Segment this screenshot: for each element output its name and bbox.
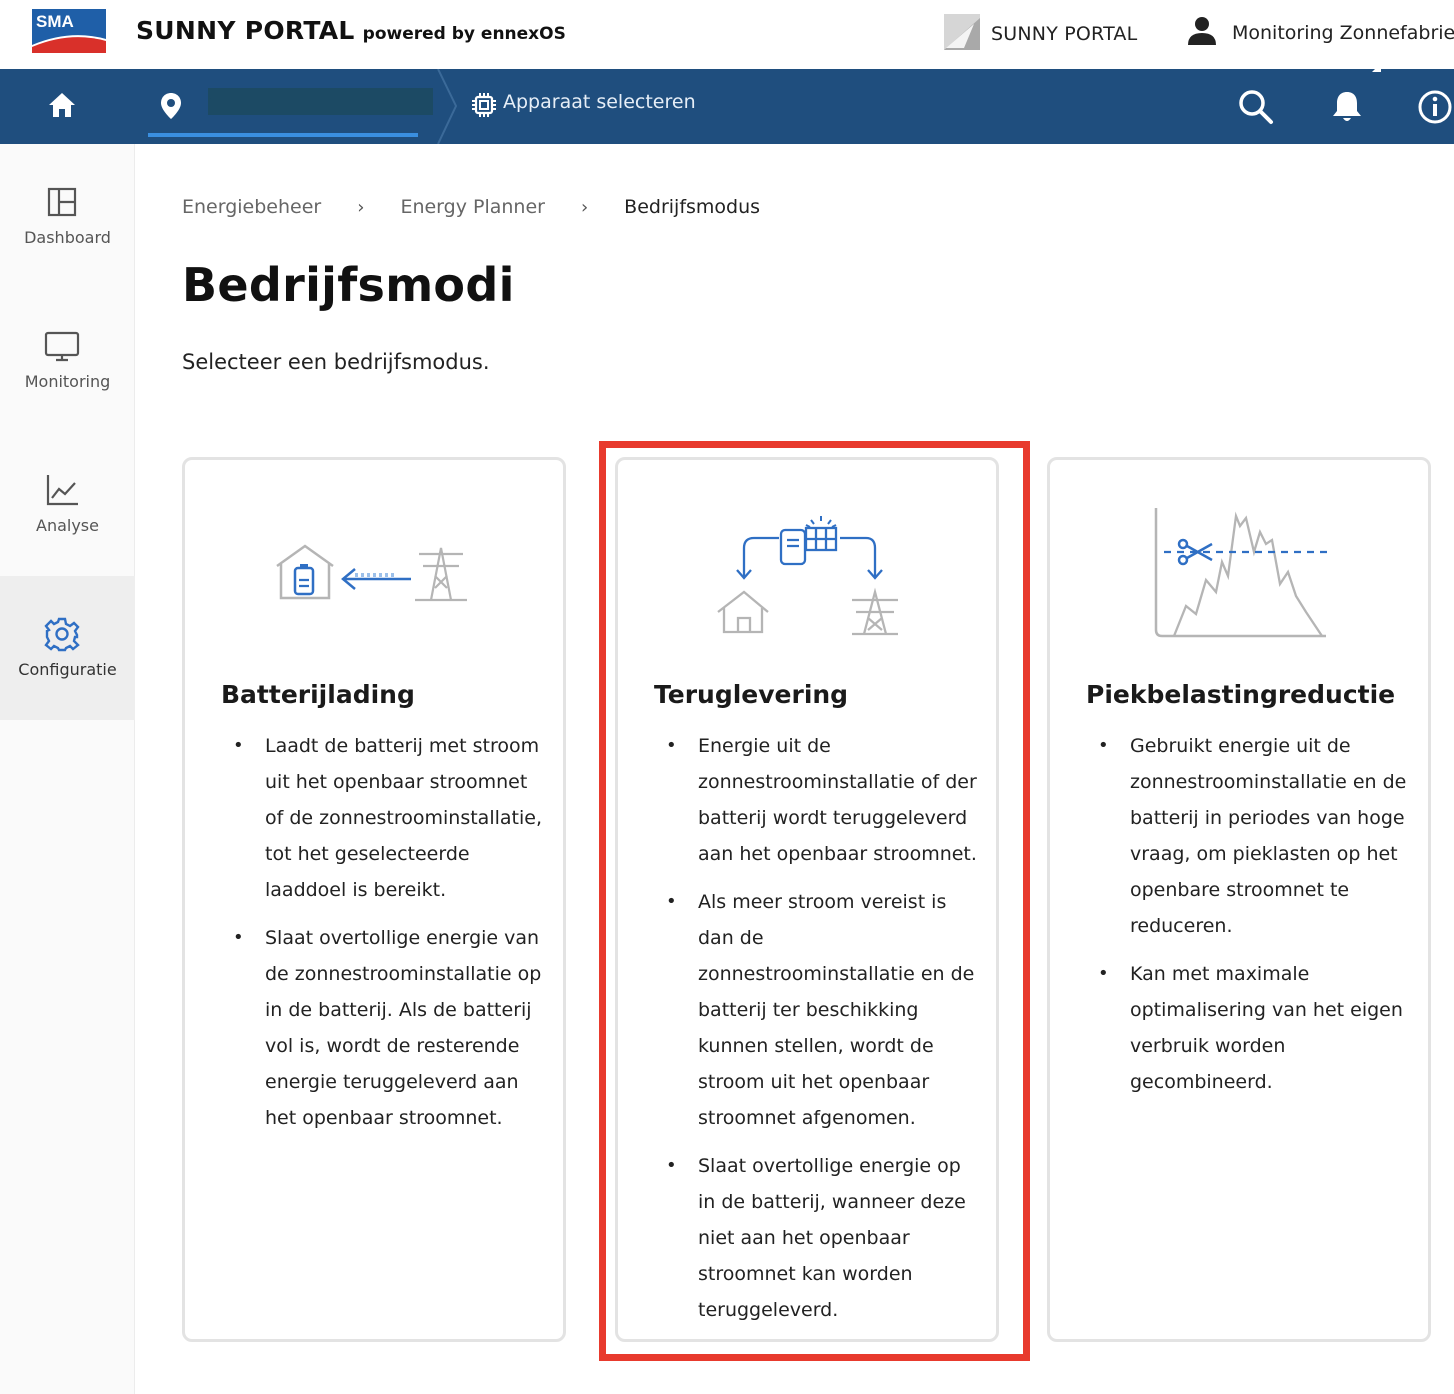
battery-charging-illustration: [185, 496, 563, 656]
sidebar-item-label: Monitoring: [24, 372, 111, 391]
page-subtitle: Selecteer een bedrijfsmodus.: [182, 350, 490, 374]
user-name: Monitoring Zonnefabriek: [1232, 22, 1454, 44]
list-item: Gebruikt energie uit de zonnestroominsta…: [1086, 728, 1416, 944]
search-icon: [1236, 90, 1276, 131]
site-name: .: [208, 88, 433, 115]
feed-in-illustration: [618, 496, 996, 656]
sidebar-item-dashboard[interactable]: Dashboard: [0, 144, 135, 288]
peak-shaving-illustration: [1050, 496, 1428, 656]
page-title: Bedrijfsmodi: [182, 258, 515, 312]
info-button[interactable]: [1416, 88, 1454, 126]
search-button[interactable]: [1236, 87, 1276, 127]
list-item: Laadt de batterij met stroom uit het ope…: [221, 728, 551, 908]
list-item: Energie uit de zonnestroominstallatie of…: [654, 728, 984, 872]
notifications-button[interactable]: [1330, 89, 1364, 125]
sidebar-item-label: Analyse: [36, 516, 99, 535]
sunny-portal-icon: [944, 14, 980, 54]
dashboard-icon: [44, 184, 80, 220]
list-item: Kan met maximale optimalisering van het …: [1086, 956, 1416, 1100]
sma-logo[interactable]: SMA: [30, 7, 108, 55]
nav-bar: . Apparaat selecteren: [0, 68, 1454, 145]
bell-icon: [1330, 92, 1364, 129]
site-selector[interactable]: .: [148, 69, 433, 144]
chevron-right-icon: ›: [357, 196, 365, 218]
sidebar-item-monitoring[interactable]: Monitoring: [0, 288, 135, 432]
chevron-right-icon: ›: [580, 196, 589, 218]
device-selector-label: Apparaat selecteren: [503, 91, 696, 113]
brand-title: SUNNY PORTAL: [136, 16, 355, 45]
breadcrumb: Energiebeheer › Energy Planner › Bedrijf…: [182, 196, 760, 218]
breadcrumb-item-energy-planner[interactable]: Energy Planner: [400, 196, 545, 218]
sunny-portal-label: SUNNY PORTAL: [991, 23, 1138, 45]
list-item: Slaat overtollige energie van de zonnest…: [221, 920, 551, 1136]
sidebar-item-label: Dashboard: [24, 228, 111, 247]
breadcrumb-item-energiebeheer[interactable]: Energiebeheer: [182, 196, 321, 218]
breadcrumb-item-current: Bedrijfsmodus: [624, 196, 761, 218]
mode-card-piekbelastingreductie[interactable]: Piekbelastingreductie Gebruikt energie u…: [1047, 457, 1431, 1342]
user-menu[interactable]: Monitoring Zonnefabriek: [1188, 16, 1454, 50]
sidebar: Dashboard Monitoring Analyse Configurati…: [0, 144, 135, 1394]
mode-card-bullets: Energie uit de zonnestroominstallatie of…: [654, 728, 984, 1340]
sidebar-item-label: Configuratie: [18, 660, 117, 679]
list-item: Slaat overtollige energie op in de batte…: [654, 1148, 984, 1328]
info-icon: [1416, 90, 1454, 130]
device-chip-icon: [470, 91, 498, 123]
chart-icon: [44, 472, 80, 508]
mode-card-title: Batterijlading: [221, 680, 415, 709]
mode-card-title: Piekbelastingreductie: [1086, 680, 1396, 709]
sidebar-item-configuratie[interactable]: Configuratie: [0, 576, 135, 720]
logo-text: SMA: [36, 12, 74, 31]
brand: SUNNY PORTAL powered by ennexOS: [136, 16, 566, 45]
location-pin-icon: [160, 92, 182, 124]
notification-indicator: [1372, 63, 1381, 72]
breadcrumb-separator: [432, 68, 462, 148]
home-button[interactable]: [40, 89, 84, 125]
home-icon: [48, 92, 76, 122]
gear-icon: [44, 616, 80, 652]
sidebar-item-analyse[interactable]: Analyse: [0, 432, 135, 576]
mode-card-bullets: Laadt de batterij met stroom uit het ope…: [221, 728, 551, 1148]
mode-card-batterijlading[interactable]: Batterijlading Laadt de batterij met str…: [182, 457, 566, 1342]
mode-card-title: Teruglevering: [654, 680, 849, 709]
mode-card-bullets: Gebruikt energie uit de zonnestroominsta…: [1086, 728, 1416, 1112]
site-selector-underline: [148, 133, 418, 137]
device-selector[interactable]: Apparaat selecteren: [470, 91, 696, 117]
monitor-icon: [44, 328, 80, 364]
mode-card-teruglevering[interactable]: Teruglevering Energie uit de zonnestroom…: [615, 457, 999, 1342]
user-icon: [1188, 16, 1216, 50]
list-item: Als meer stroom vereist is dan de zonnes…: [654, 884, 984, 1136]
sunny-portal-link[interactable]: SUNNY PORTAL: [944, 14, 1137, 54]
brand-subtitle: powered by ennexOS: [362, 24, 566, 44]
top-header: SMA SUNNY PORTAL powered by ennexOS SUNN…: [0, 0, 1454, 69]
